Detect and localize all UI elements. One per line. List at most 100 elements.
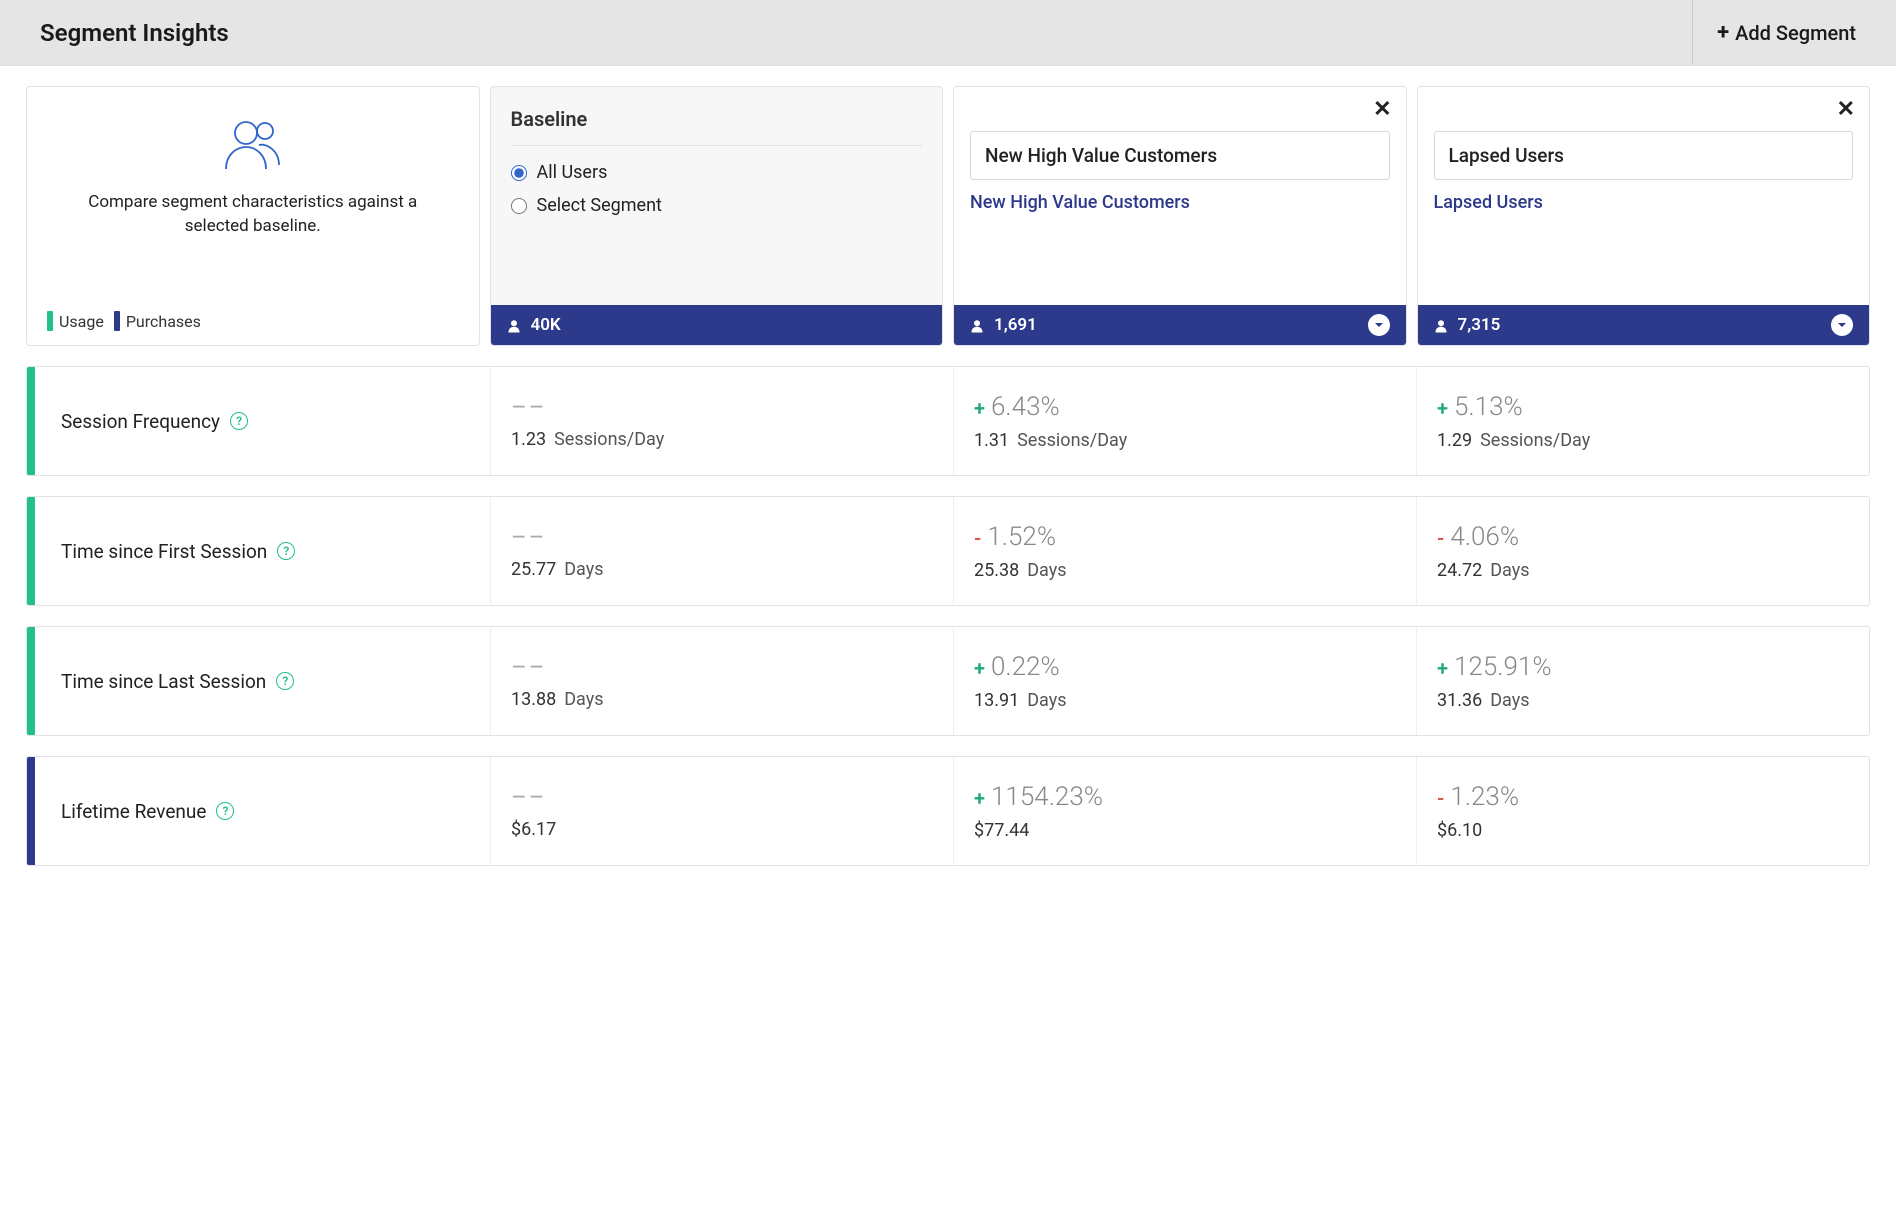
metric-value-unit: Sessions/Day [1017, 430, 1127, 451]
delta-negative-icon: - [974, 528, 981, 548]
metric-delta: +125.91% [1437, 652, 1849, 682]
intro-legend: Usage Purchases [47, 311, 201, 331]
metric-value-unit: Days [564, 559, 603, 580]
delta-value: 125.91% [1454, 652, 1552, 682]
expand-button[interactable] [1831, 314, 1853, 336]
metric-delta-none: –– [511, 783, 923, 811]
baseline-card: Baseline All Users Select Segment 40K [490, 86, 944, 346]
help-icon[interactable]: ? [276, 672, 294, 690]
add-segment-label: Add Segment [1735, 21, 1856, 45]
delta-value: 4.06% [1450, 522, 1519, 552]
segment-select-1[interactable]: Lapsed Users [1434, 131, 1854, 180]
help-icon[interactable]: ? [230, 412, 248, 430]
metric-value-number: 1.29 [1437, 430, 1472, 451]
radio-all-users[interactable] [511, 165, 527, 181]
metric-value-number: 25.38 [974, 560, 1019, 581]
metric-segment-cell: +0.22%13.91Days [953, 627, 1406, 735]
user-icon [970, 318, 984, 332]
metric-value-number: $6.17 [511, 819, 556, 840]
baseline-count: 40K [531, 315, 561, 335]
metric-delta-none: –– [511, 393, 923, 421]
metric-label-cell: Time since Last Session? [27, 627, 480, 735]
metric-value: 1.23Sessions/Day [511, 429, 923, 450]
segment-0-footer: 1,691 [954, 305, 1406, 345]
page-title: Segment Insights [40, 19, 229, 47]
metric-value: $6.17 [511, 819, 923, 840]
metric-baseline-cell: ––13.88Days [490, 627, 943, 735]
purchases-swatch-icon [114, 311, 120, 331]
legend-usage-label: Usage [59, 312, 104, 331]
segment-link-0[interactable]: New High Value Customers [970, 192, 1390, 213]
metric-value-number: 13.88 [511, 689, 556, 710]
expand-button[interactable] [1368, 314, 1390, 336]
usage-swatch-icon [47, 311, 53, 331]
metric-delta: +5.13% [1437, 392, 1849, 422]
metric-value: 13.91Days [974, 690, 1386, 711]
user-icon [1434, 318, 1448, 332]
legend-purchases: Purchases [114, 311, 201, 331]
segment-select-0[interactable]: New High Value Customers [970, 131, 1390, 180]
metric-value-number: 31.36 [1437, 690, 1482, 711]
metric-baseline-cell: –– 25.77 Days [490, 497, 943, 605]
delta-value: 1.23% [1450, 782, 1519, 812]
segment-0-count: 1,691 [994, 315, 1037, 335]
delta-positive-icon: + [1437, 658, 1448, 678]
metric-delta: +1154.23% [974, 782, 1386, 812]
metric-value-number: 24.72 [1437, 560, 1482, 581]
baseline-option-all-users[interactable]: All Users [511, 162, 923, 183]
metric-value: 24.72Days [1437, 560, 1849, 581]
delta-positive-icon: + [1437, 398, 1448, 418]
metric-value-unit: Days [564, 689, 603, 710]
segment-select-0-label: New High Value Customers [985, 144, 1217, 167]
metric-delta-none: –– [511, 523, 923, 551]
delta-negative-icon: - [1437, 788, 1444, 808]
metric-value: 25.77 Days [511, 559, 923, 580]
content-area: Compare segment characteristics against … [0, 66, 1896, 906]
metric-label: Lifetime Revenue [61, 800, 206, 823]
radio-select-segment-label: Select Segment [537, 195, 662, 216]
metric-value-unit: Days [1027, 690, 1066, 711]
metric-value-unit: Sessions/Day [1480, 430, 1590, 451]
delta-negative-icon: - [1437, 528, 1444, 548]
metric-segment-cell: -1.52% 25.38Days [953, 497, 1406, 605]
help-icon[interactable]: ? [216, 802, 234, 820]
plus-icon: + [1717, 22, 1729, 44]
metric-label: Time since Last Session [61, 670, 266, 693]
metric-delta: -4.06% [1437, 522, 1849, 552]
close-icon[interactable]: ✕ [1837, 97, 1855, 122]
metric-segment-cell: +125.91% 31.36 Days [1416, 627, 1869, 735]
legend-purchases-label: Purchases [126, 312, 201, 331]
metric-label-cell: Lifetime Revenue? [27, 757, 480, 865]
baseline-option-select-segment[interactable]: Select Segment [511, 195, 923, 216]
delta-value: 0.22% [991, 652, 1060, 682]
people-icon [218, 117, 288, 177]
baseline-title: Baseline [511, 107, 923, 146]
add-segment-button[interactable]: + Add Segment [1692, 0, 1856, 65]
metric-value-number: 25.77 [511, 559, 556, 580]
metric-value: $6.10 [1437, 820, 1849, 841]
delta-positive-icon: + [974, 788, 985, 808]
radio-select-segment[interactable] [511, 198, 527, 214]
segment-1-footer: 7,315 [1418, 305, 1870, 345]
metric-baseline-cell: –– 1.23Sessions/Day [490, 367, 943, 475]
delta-value: 1.52% [987, 522, 1056, 552]
segment-card-0: ✕ New High Value Customers New High Valu… [953, 86, 1407, 346]
metric-label-cell: Session Frequency? [27, 367, 480, 475]
segment-link-1[interactable]: Lapsed Users [1434, 192, 1854, 213]
chevron-down-icon [1373, 319, 1385, 331]
metric-segment-cell: +6.43%1.31Sessions/Day [953, 367, 1406, 475]
metric-value-unit: Days [1490, 690, 1529, 711]
metric-value-number: $6.10 [1437, 820, 1482, 841]
metric-segment-cell: +5.13% 1.29 Sessions/Day [1416, 367, 1869, 475]
metric-value: 25.38Days [974, 560, 1386, 581]
radio-all-users-label: All Users [537, 162, 608, 183]
help-icon[interactable]: ? [277, 542, 295, 560]
metric-delta: -1.23% [1437, 782, 1849, 812]
metric-value: 1.31Sessions/Day [974, 430, 1386, 451]
metric-label-cell: Time since First Session? [27, 497, 480, 605]
metric-value-number: $77.44 [974, 820, 1029, 841]
close-icon[interactable]: ✕ [1373, 97, 1391, 122]
page-header: Segment Insights + Add Segment [0, 0, 1896, 66]
metric-value: 13.88 Days [511, 689, 923, 710]
legend-usage: Usage [47, 311, 104, 331]
